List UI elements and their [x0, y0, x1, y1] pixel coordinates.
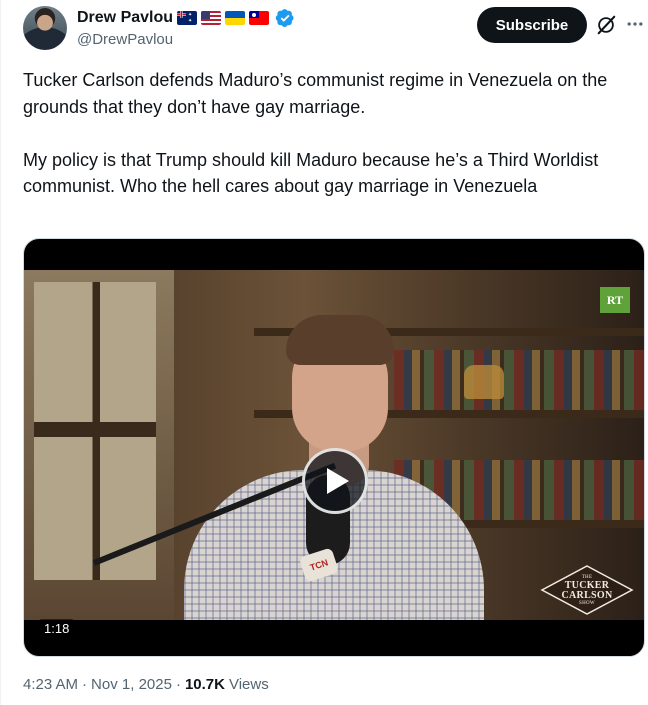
video-duration: 1:18 [38, 619, 76, 638]
tweet: Drew Pavlou @DrewPavlou Subscribe Tucker… [0, 0, 648, 705]
show-logo-show: SHOW [579, 601, 595, 606]
person-hair [286, 315, 394, 365]
author-name-row: Drew Pavlou [77, 8, 295, 28]
tweet-date[interactable]: Nov 1, 2025 [91, 676, 172, 693]
flag-australia-icon [177, 11, 198, 25]
channel-logo: RT [600, 287, 630, 313]
background-window [24, 270, 174, 620]
play-button[interactable] [302, 448, 368, 514]
tweet-time[interactable]: 4:23 AM [23, 676, 78, 693]
tweet-paragraph: Tucker Carlson defends Maduro’s communis… [23, 70, 608, 117]
avatar[interactable] [23, 6, 67, 50]
lamp [464, 365, 504, 399]
flag-united-states-icon [201, 11, 222, 25]
meta-separator: · [175, 676, 181, 693]
flag-taiwan-icon [249, 11, 270, 25]
video-frame[interactable]: TCN RT THE TUCKER CARLSON SHOW [24, 270, 644, 620]
grok-icon[interactable] [595, 14, 617, 36]
verified-badge-icon[interactable] [275, 8, 295, 28]
views-label: Views [228, 676, 269, 693]
author-handle[interactable]: @DrewPavlou [77, 31, 173, 48]
display-name[interactable]: Drew Pavlou [77, 9, 173, 27]
play-icon [327, 468, 349, 494]
views-count[interactable]: 10.7K [185, 676, 225, 693]
tweet-text: Tucker Carlson defends Maduro’s communis… [23, 67, 629, 200]
subscribe-button[interactable]: Subscribe [477, 7, 587, 43]
flag-ukraine-icon [225, 11, 246, 25]
show-logo-text: THE TUCKER CARLSON SHOW [540, 575, 634, 607]
books [394, 350, 644, 410]
tweet-paragraph: My policy is that Trump should kill Madu… [23, 149, 599, 197]
more-icon[interactable] [625, 14, 645, 34]
tweet-meta: 4:23 AM · Nov 1, 2025 · 10.7K Views [23, 676, 269, 693]
meta-separator: · [82, 676, 88, 693]
show-logo-line2: CARLSON [561, 590, 613, 601]
video-player[interactable]: TCN RT THE TUCKER CARLSON SHOW 1:18 [23, 238, 645, 657]
